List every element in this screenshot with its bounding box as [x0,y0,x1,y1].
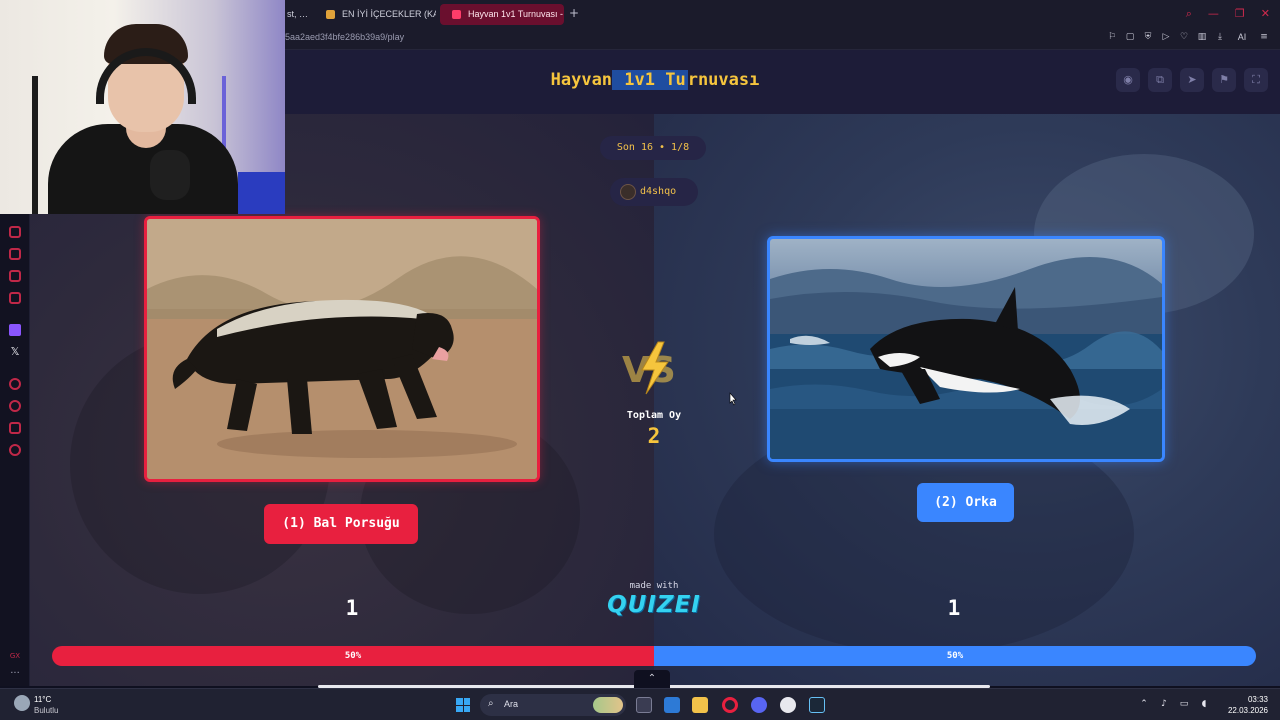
fullscreen-icon[interactable]: ⛶ [1244,68,1268,92]
obs-icon[interactable] [780,697,796,713]
heart-icon[interactable]: ♡ [1178,31,1190,43]
tab-label: Hayvan 1v1 Turnuvası - Tie [468,9,564,19]
browser-tab-active[interactable]: Hayvan 1v1 Turnuvası - Tie [440,4,564,25]
browser-tab-previous[interactable]: st, … [285,4,311,25]
mouse-pointer-icon [729,392,737,406]
extensions-icon[interactable] [9,422,21,434]
clock-time: 03:33 [1247,695,1268,704]
play-icon[interactable]: ▷ [1160,31,1172,43]
vote-left-button[interactable]: (1) Bal Porsuğu [264,504,418,544]
contestant-left-image[interactable] [144,216,540,482]
vote-right-button[interactable]: (2) Orka [917,483,1014,522]
shopping-icon[interactable] [9,248,21,260]
clock-date: 22.03.2026 [1227,706,1268,715]
clock[interactable]: 03:33 22.03.2026 [1216,694,1268,716]
eye-icon[interactable]: ◉ [1116,68,1140,92]
microphone-icon [150,150,190,200]
webcam-shelf [238,172,285,214]
search-highlight-image [593,697,623,713]
new-tab-button[interactable]: + [568,7,580,19]
media-icon[interactable] [9,292,21,304]
search-icon: ⌕ [488,698,494,709]
wallet-icon[interactable]: ▥ [1196,31,1208,43]
shield-icon[interactable]: ⛨ [1142,31,1154,43]
weather-widget[interactable]: 11°C Bulutlu [14,693,84,717]
monitor-icon[interactable]: ▭ [1178,698,1190,710]
history-icon[interactable] [9,400,21,412]
file-explorer-icon[interactable] [692,697,708,713]
tray-chevron-icon[interactable]: ⌃ [1138,698,1150,710]
start-button[interactable] [456,698,470,712]
chevron-up-icon[interactable]: ⌃ [634,670,670,688]
browser-sidebar: 𝕏 GX ··· [0,214,30,686]
title-part: Hayvan [550,70,613,90]
search-icon[interactable]: ⌕ [1186,7,1192,21]
more-icon[interactable]: ··· [9,669,21,682]
made-with-label: made with [629,581,679,591]
discord-icon[interactable] [751,697,767,713]
orca-illustration [770,257,1162,459]
webcam-overlay [0,0,285,214]
settings-icon[interactable] [9,444,21,456]
close-icon[interactable]: ✕ [1261,7,1270,21]
messenger-icon[interactable] [9,270,21,282]
left-progress-fill: 50% [52,646,654,666]
tab-label: EN İYİ İÇECEKLER (KAHVE [342,9,436,19]
twitch-icon[interactable] [9,324,21,336]
user-badge[interactable]: d4shqo [610,178,698,206]
right-progress-fill: 50% [654,646,1256,666]
tab-favicon-icon [452,10,461,19]
vote-progress-bar: 50% 50% [52,646,1256,666]
menu-icon[interactable]: ≡ [1258,31,1270,43]
steam-icon[interactable] [809,697,825,713]
system-tray: ⌃ ♪ ▭ ◖ [1138,698,1210,710]
weather-temperature: 11°C [34,695,52,704]
left-vote-count: 1 [345,596,359,620]
task-view-icon[interactable] [636,697,652,713]
taskbar-search[interactable]: ⌕ Ara [480,694,626,716]
url-field[interactable]: 5aa2aed3f4bfe286b39a9/play [285,32,404,42]
player-icon[interactable] [9,378,21,390]
quizei-logo[interactable]: QUIZEI [604,592,704,618]
send-icon[interactable]: ➤ [1180,68,1204,92]
title-part: rnuvası [687,70,760,90]
tab-favicon-icon [326,10,335,19]
mic-icon[interactable]: ♪ [1158,698,1170,710]
username: d4shqo [640,186,677,197]
browser-toolbar: ⚐ ▢ ⛨ ▷ ♡ ▥ ⤓ AI ≡ [1106,31,1270,43]
volume-icon[interactable]: ◖ [1198,698,1210,710]
vs-lightning-icon: VS [622,341,676,395]
search-placeholder: Ara [504,699,519,709]
header-actions: ◉ ⧉ ➤ ⚑ ⛶ [1116,68,1268,92]
ai-button[interactable]: AI [1232,31,1252,43]
download-icon[interactable]: ⤓ [1214,31,1226,43]
screen: st, … EN İYİ İÇECEKLER (KAHVE Hayvan 1v1… [0,0,1280,720]
right-vote-count: 1 [947,596,961,620]
browser-tab-drinks[interactable]: EN İYİ İÇECEKLER (KAHVE [314,4,436,25]
minimize-icon[interactable]: — [1208,7,1219,21]
honey-badger-illustration [147,219,537,479]
round-badge: Son 16 • 1/8 [600,136,706,160]
avatar [620,184,636,200]
webcam-lamp [32,76,38,214]
opera-gx-icon[interactable] [722,697,738,713]
window-controls: ⌕ — ❐ ✕ [1186,7,1270,21]
bookmark-icon[interactable]: ⚐ [1106,31,1118,43]
store-icon[interactable] [664,697,680,713]
gx-control-icon[interactable] [9,226,21,238]
cloud-icon [14,695,30,711]
weather-condition: Bulutlu [34,706,59,715]
gx-label: GX [9,652,21,660]
x-icon[interactable]: 𝕏 [9,346,21,358]
copy-icon[interactable]: ⧉ [1148,68,1172,92]
contestant-right-image[interactable] [767,236,1165,462]
windows-taskbar: 11°C Bulutlu ⌕ Ara ⌃ ♪ ▭ ◖ 03:33 22.03.2… [0,688,1280,720]
total-votes-value: 2 [647,424,661,448]
snapshot-icon[interactable]: ▢ [1124,31,1136,43]
restore-icon[interactable]: ❐ [1235,7,1245,21]
total-votes-label: Toplam Oy [626,410,682,421]
title-selection: 1v1 Tu [612,70,688,90]
flag-icon[interactable]: ⚑ [1212,68,1236,92]
